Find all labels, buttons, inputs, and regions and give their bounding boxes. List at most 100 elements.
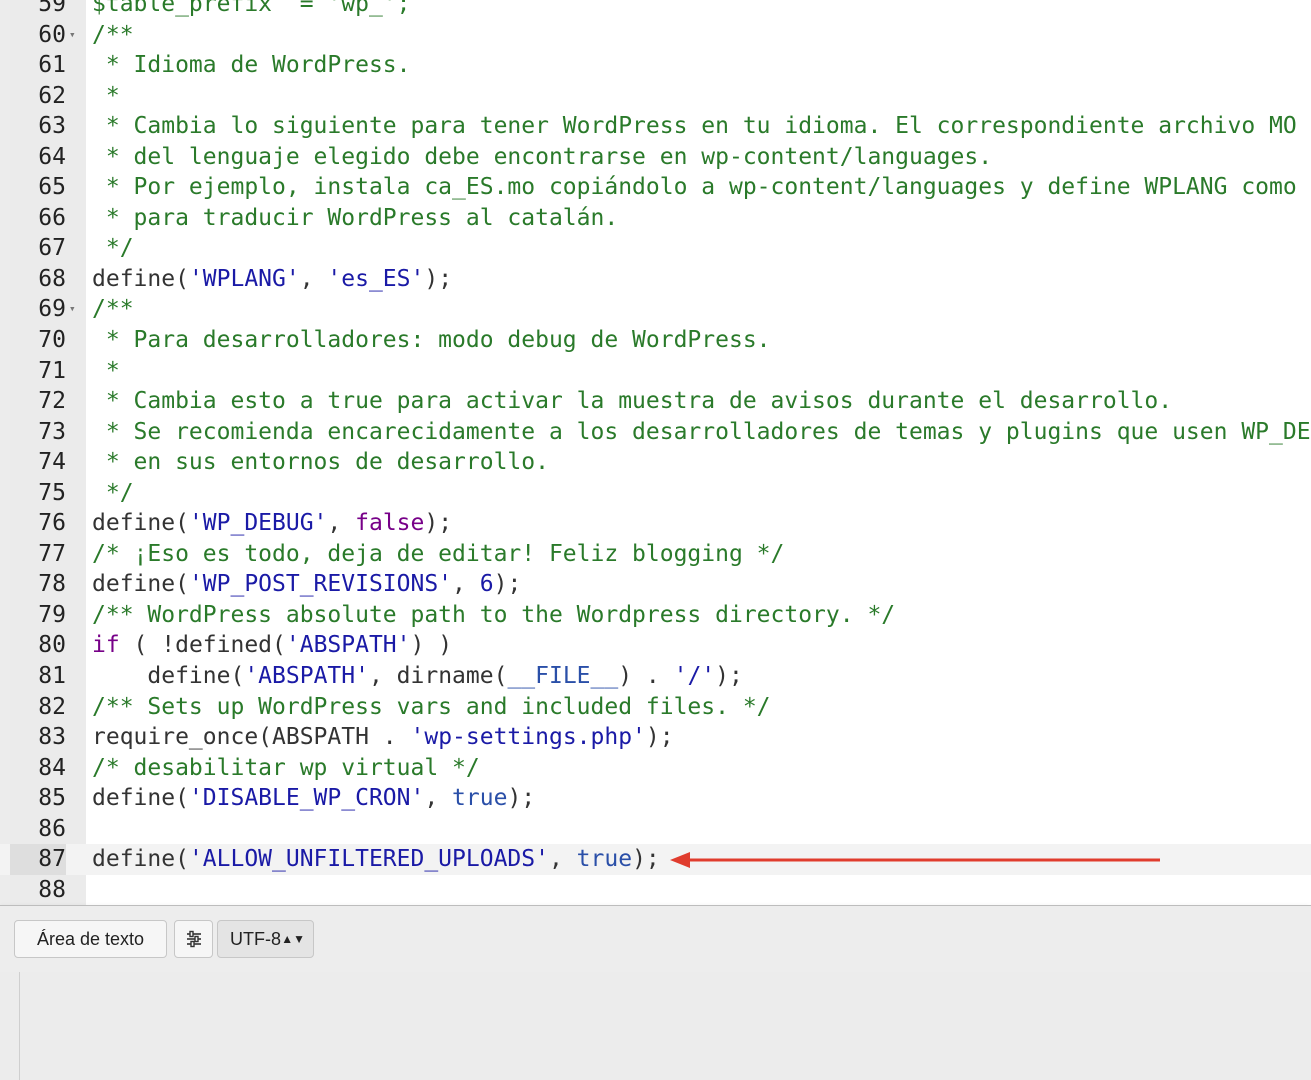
code-token: 6 (479, 571, 494, 598)
code-line[interactable]: 60 ▾ /** (0, 20, 1311, 51)
code-token: define( (92, 571, 189, 598)
code-line[interactable]: 71 * (0, 356, 1311, 387)
line-number: 59 (38, 0, 66, 17)
code-token: , (548, 846, 577, 873)
code-text: if ( !defined('ABSPATH') ) (92, 630, 452, 661)
fold-toggle-icon[interactable]: ▾ (69, 20, 76, 51)
line-number: 62 (38, 82, 66, 109)
line-number: 81 (38, 663, 66, 690)
code-token: */ (92, 235, 134, 262)
line-number: 85 (38, 785, 66, 812)
line-number: 74 (38, 449, 66, 476)
code-token: * del lenguaje elegido debe encontrarse … (92, 143, 993, 170)
line-number: 63 (38, 113, 66, 140)
code-line[interactable]: 61 * Idioma de WordPress. (0, 50, 1311, 81)
line-number: 66 (38, 204, 66, 231)
code-token: 'WP_DEBUG' (188, 510, 328, 537)
line-number: 78 (38, 571, 66, 598)
code-line[interactable]: 83 require_once(ABSPATH . 'wp-settings.ph… (0, 722, 1311, 753)
code-token: 'wp-settings.php' (410, 724, 646, 751)
code-token: /* desabilitar wp virtual */ (92, 754, 480, 781)
code-token: 'ABSPATH' (285, 632, 411, 659)
code-text: * Cambia lo siguiente para tener WordPre… (92, 111, 1297, 142)
line-number: 84 (38, 754, 66, 781)
code-text: define('ABSPATH', dirname(__FILE__) . '/… (92, 661, 742, 692)
code-token: * Para desarrolladores: modo debug de Wo… (92, 327, 771, 354)
code-token: define( (92, 663, 245, 690)
code-line[interactable]: 59 $table_prefix = 'wp_'; (0, 0, 1311, 20)
line-number: 67 (38, 235, 66, 262)
code-text: */ (92, 233, 134, 264)
encoding-value: UTF-8 (230, 929, 281, 949)
line-number: 71 (38, 357, 66, 384)
line-number: 79 (38, 601, 66, 628)
code-lines[interactable]: 59 $table_prefix = 'wp_'; 60 ▾/** 61 * Idiom… (0, 0, 1311, 905)
code-line[interactable]: 80 if ( !defined('ABSPATH') ) (0, 630, 1311, 661)
code-line[interactable]: 72 * Cambia esto a true para activar la … (0, 386, 1311, 417)
code-token: define( (92, 785, 189, 812)
code-token: /** WordPress absolute path to the Wordp… (92, 601, 896, 628)
code-line[interactable]: 68 define('WPLANG', 'es_ES'); (0, 264, 1311, 295)
line-number: 83 (38, 724, 66, 751)
code-line[interactable]: 86 (0, 814, 1311, 845)
code-line[interactable]: 88 (0, 875, 1311, 905)
code-token: * (92, 82, 120, 109)
code-line[interactable]: 66 * para traducir WordPress al catalán. (0, 203, 1311, 234)
line-number: 70 (38, 327, 66, 354)
code-line[interactable]: 82 /** Sets up WordPress vars and include… (0, 692, 1311, 723)
code-line[interactable]: 79 /** WordPress absolute path to the Wor… (0, 600, 1311, 631)
code-token: ); (424, 265, 453, 292)
code-token: */ (92, 479, 134, 506)
code-token: ); (632, 846, 660, 873)
code-token: require_once(ABSPATH . (92, 724, 411, 751)
line-number: 64 (38, 143, 66, 170)
code-text: $table_prefix = 'wp_'; (92, 0, 411, 20)
code-text: define('WPLANG', 'es_ES'); (92, 264, 452, 295)
code-line[interactable]: 75 */ (0, 478, 1311, 509)
code-text: * Idioma de WordPress. (92, 50, 411, 81)
code-line[interactable]: 76 define('WP_DEBUG', false); (0, 508, 1311, 539)
fold-toggle-icon[interactable]: ▾ (69, 294, 76, 325)
code-token: * Se recomienda encarecidamente a los de… (92, 418, 1311, 445)
code-editor[interactable]: 59 $table_prefix = 'wp_'; 60 ▾/** 61 * Idiom… (0, 0, 1311, 905)
code-line[interactable]: 65 * Por ejemplo, instala ca_ES.mo copiá… (0, 172, 1311, 203)
code-token: '/' (673, 663, 716, 690)
editor-mode-button[interactable]: Área de texto (14, 920, 167, 958)
code-line[interactable]: 64 * del lenguaje elegido debe encontrar… (0, 142, 1311, 173)
code-token: ); (645, 724, 674, 751)
code-text: * Para desarrolladores: modo debug de Wo… (92, 325, 771, 356)
code-line[interactable]: 70 * Para desarrolladores: modo debug de… (0, 325, 1311, 356)
code-token: if (92, 632, 120, 659)
code-line[interactable]: 69 ▾ /** (0, 294, 1311, 325)
line-number: 86 (38, 815, 66, 842)
code-line[interactable]: 78 define('WP_POST_REVISIONS', 6); (0, 569, 1311, 600)
line-number: 82 (38, 693, 66, 720)
encoding-select[interactable]: UTF-8 ▲▼ (217, 920, 314, 958)
code-line[interactable]: 73 * Se recomienda encarecidamente a los… (0, 417, 1311, 448)
code-line[interactable]: 67 */ (0, 233, 1311, 264)
code-text: * (92, 81, 120, 112)
code-token: 'ABSPATH' (244, 663, 369, 690)
code-text: * en sus entornos de desarrollo. (92, 447, 549, 478)
code-token: /** (92, 21, 134, 48)
code-text: require_once(ABSPATH . 'wp-settings.php'… (92, 722, 674, 753)
code-line[interactable]: 74 * en sus entornos de desarrollo. (0, 447, 1311, 478)
code-line[interactable]: 85 define('DISABLE_WP_CRON', true); (0, 783, 1311, 814)
code-line[interactable]: 81 define('ABSPATH', dirname(__FILE__) .… (0, 661, 1311, 692)
code-line[interactable]: 63 * Cambia lo siguiente para tener Word… (0, 111, 1311, 142)
code-token: * para traducir WordPress al catalán. (92, 204, 619, 231)
code-token: define( (92, 265, 189, 292)
code-text: * Se recomienda encarecidamente a los de… (92, 417, 1311, 448)
line-number: 68 (38, 265, 66, 292)
code-token: * (92, 357, 120, 384)
code-token: $table_prefix = 'wp_'; (92, 0, 411, 17)
code-text: * para traducir WordPress al catalán. (92, 203, 618, 234)
line-number: 60 (38, 21, 66, 48)
editor-settings-button[interactable] (174, 920, 213, 958)
code-token: 'WP_POST_REVISIONS' (188, 571, 453, 598)
code-token: __FILE__ (507, 663, 619, 690)
line-number: 80 (38, 632, 66, 659)
code-line[interactable]: 62 * (0, 81, 1311, 112)
code-line[interactable]: 84 /* desabilitar wp virtual */ (0, 753, 1311, 784)
code-line[interactable]: 77 /* ¡Eso es todo, deja de editar! Feliz… (0, 539, 1311, 570)
